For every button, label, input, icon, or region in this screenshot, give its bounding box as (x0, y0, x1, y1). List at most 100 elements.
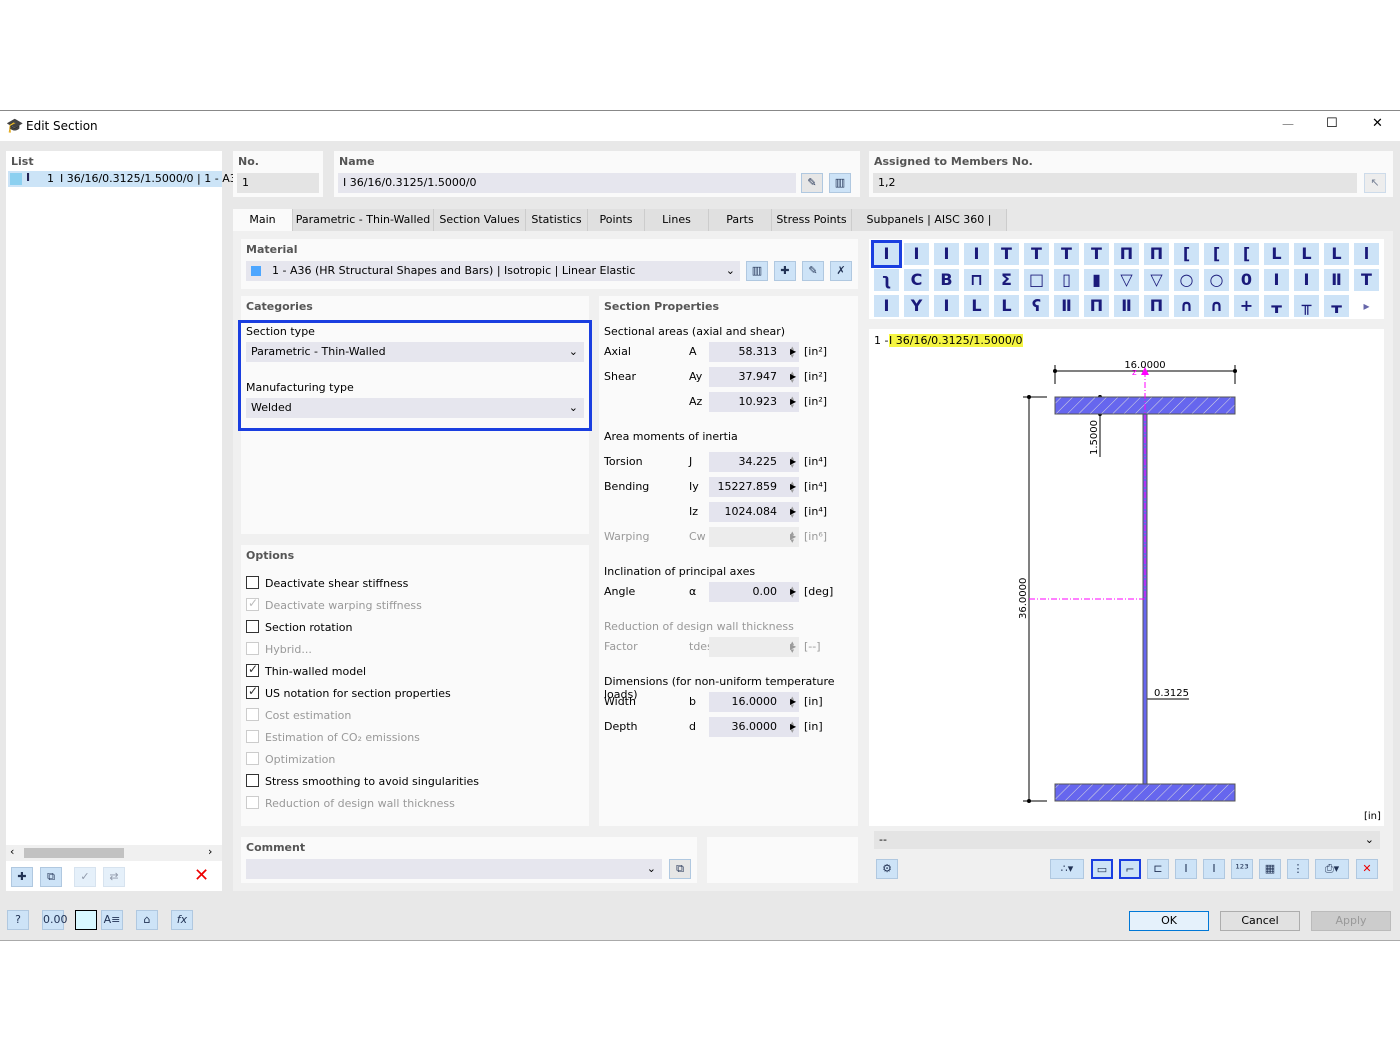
shape-10-icon[interactable]: [ (1174, 243, 1199, 265)
tab-statistics[interactable]: Statistics (526, 209, 588, 231)
shape-21-icon[interactable]: Σ (994, 269, 1019, 291)
maximize-button[interactable]: ☐ (1326, 116, 1338, 131)
shape-28-icon[interactable]: ○ (1204, 269, 1229, 291)
shape-15-icon[interactable]: L (1324, 243, 1349, 265)
check-icon[interactable]: ✓ (74, 867, 96, 887)
shear_y-field[interactable]: 37.947 ▴ ▾ (709, 367, 799, 387)
tab-stress-points[interactable]: Stress Points (772, 209, 852, 231)
new-material-icon[interactable]: ✚ (774, 261, 796, 281)
option-0[interactable]: Deactivate shear stiffness (246, 576, 576, 592)
tab-points[interactable]: Points (588, 209, 645, 231)
assigned-field[interactable]: 1,2 (873, 173, 1357, 193)
shape-49-icon[interactable]: ᚁ (1324, 295, 1349, 317)
tab-section-values[interactable]: Section Values (434, 209, 526, 231)
outline-icon[interactable]: I (1203, 859, 1225, 879)
tab-parametric[interactable]: Parametric - Thin-Walled (293, 209, 434, 231)
centroid-icon[interactable]: ⊏ (1147, 859, 1169, 879)
shape-19-icon[interactable]: B (934, 269, 959, 291)
shape-35-icon[interactable]: Y (904, 295, 929, 317)
width-field[interactable]: 16.0000 ▴ ▾ (709, 692, 799, 712)
select-members-icon[interactable]: ↖ (1364, 173, 1386, 193)
shape-7-icon[interactable]: T (1084, 243, 1109, 265)
new-section-icon[interactable]: ✚ (11, 867, 33, 887)
axial-arrow-icon[interactable]: ▶ (790, 342, 796, 362)
option-3[interactable]: Hybrid... (246, 642, 576, 658)
checkbox[interactable] (246, 708, 259, 721)
checkbox[interactable] (246, 774, 259, 787)
shape-0-icon[interactable]: I (871, 240, 902, 268)
tab-main[interactable]: Main (233, 209, 293, 232)
shape-11-icon[interactable]: [ (1204, 243, 1229, 265)
list-icon[interactable]: ⋮ (1287, 859, 1309, 879)
formula-icon[interactable]: fx (171, 910, 193, 930)
width-arrow-icon[interactable]: ▶ (790, 692, 796, 712)
shape-2-icon[interactable]: I (934, 243, 959, 265)
name-field[interactable]: I 36/16/0.3125/1.5000/0 (338, 173, 796, 193)
shape-25-icon[interactable]: ▽ (1114, 269, 1139, 291)
warping-field[interactable]: ▴ ▾ (709, 527, 799, 547)
option-1[interactable]: Deactivate warping stiffness (246, 596, 576, 614)
depth-arrow-icon[interactable]: ▶ (790, 717, 796, 737)
shape-39-icon[interactable]: ʕ (1024, 295, 1049, 317)
shape-47-icon[interactable]: ᚁ (1264, 295, 1289, 317)
shape-24-icon[interactable]: ▮ (1084, 269, 1109, 291)
grid-icon[interactable]: ▦ (1259, 859, 1281, 879)
shape-48-icon[interactable]: ╥ (1294, 295, 1319, 317)
shape-32-icon[interactable]: Ⅱ (1324, 269, 1349, 291)
horizontal-scrollbar[interactable]: ‹ › (6, 845, 222, 861)
comment-input[interactable]: ⌄ (246, 859, 662, 879)
library-icon[interactable]: ▥ (829, 173, 851, 193)
shear_z-arrow-icon[interactable]: ▶ (790, 392, 796, 412)
shape-46-icon[interactable]: + (1234, 295, 1259, 317)
depth-field[interactable]: 36.0000 ▴ ▾ (709, 717, 799, 737)
iz-arrow-icon[interactable]: ▶ (790, 502, 796, 522)
factor-arrow-icon[interactable]: ▶ (790, 637, 796, 657)
shape-22-icon[interactable]: □ (1024, 269, 1049, 291)
delete-icon[interactable]: ✕ (194, 865, 209, 886)
shape-14-icon[interactable]: L (1294, 243, 1319, 265)
shape-40-icon[interactable]: Ⅱ (1054, 295, 1079, 317)
shape-38-icon[interactable]: L (994, 295, 1019, 317)
torsion-arrow-icon[interactable]: ▶ (790, 452, 796, 472)
print-icon[interactable]: ⎙▾ (1315, 859, 1349, 879)
tab-subpanels[interactable]: Subpanels | AISC 360 | 2016 (852, 209, 1007, 248)
torsion-field[interactable]: 34.225 ▴ ▾ (709, 452, 799, 472)
shape-23-icon[interactable]: ▯ (1054, 269, 1079, 291)
help-icon[interactable]: ? (7, 910, 29, 930)
option-8[interactable]: Optimization (246, 752, 576, 768)
section-icon[interactable]: I (1175, 859, 1197, 879)
angle-arrow-icon[interactable]: ▶ (790, 582, 796, 602)
shape-1-icon[interactable]: I (904, 243, 929, 265)
cancel-button[interactable]: Cancel (1220, 911, 1300, 931)
shape-3-icon[interactable]: I (964, 243, 989, 265)
shape-4-icon[interactable]: T (994, 243, 1019, 265)
shear_y-arrow-icon[interactable]: ▶ (790, 367, 796, 387)
shape-27-icon[interactable]: ○ (1174, 269, 1199, 291)
comment-library-icon[interactable]: ⧉ (669, 859, 691, 879)
iy-field[interactable]: 15227.859 ▴ ▾ (709, 477, 799, 497)
tab-lines[interactable]: Lines (645, 209, 709, 231)
shape-5-icon[interactable]: T (1024, 243, 1049, 265)
settings-icon[interactable]: ⚙ (876, 859, 898, 879)
checkbox[interactable] (246, 596, 259, 611)
shape-9-icon[interactable]: Π (1144, 243, 1169, 265)
shape-37-icon[interactable]: L (964, 295, 989, 317)
copy-section-icon[interactable]: ⧉ (40, 867, 62, 887)
tab-parts[interactable]: Parts (709, 209, 772, 231)
no-field[interactable]: 1 (237, 173, 319, 193)
shape-26-icon[interactable]: ▽ (1144, 269, 1169, 291)
numbering-icon[interactable]: ¹²³ (1231, 859, 1253, 879)
axes-icon[interactable]: ⌐ (1119, 859, 1141, 879)
shear_z-field[interactable]: 10.923 ▴ ▾ (709, 392, 799, 412)
checkbox[interactable] (246, 684, 259, 699)
option-2[interactable]: Section rotation (246, 620, 576, 636)
shape-45-icon[interactable]: ∩ (1204, 295, 1229, 317)
points-icon[interactable]: ∴▾ (1050, 859, 1084, 879)
edit-name-icon[interactable]: ✎ (801, 173, 823, 193)
reset-view-icon[interactable]: ✕ (1356, 859, 1378, 879)
shape-43-icon[interactable]: Π (1144, 295, 1169, 317)
checkbox[interactable] (246, 576, 259, 589)
option-10[interactable]: Reduction of design wall thickness (246, 796, 576, 812)
checkbox[interactable] (246, 730, 259, 743)
angle-field[interactable]: 0.00 ▴ ▾ (709, 582, 799, 602)
